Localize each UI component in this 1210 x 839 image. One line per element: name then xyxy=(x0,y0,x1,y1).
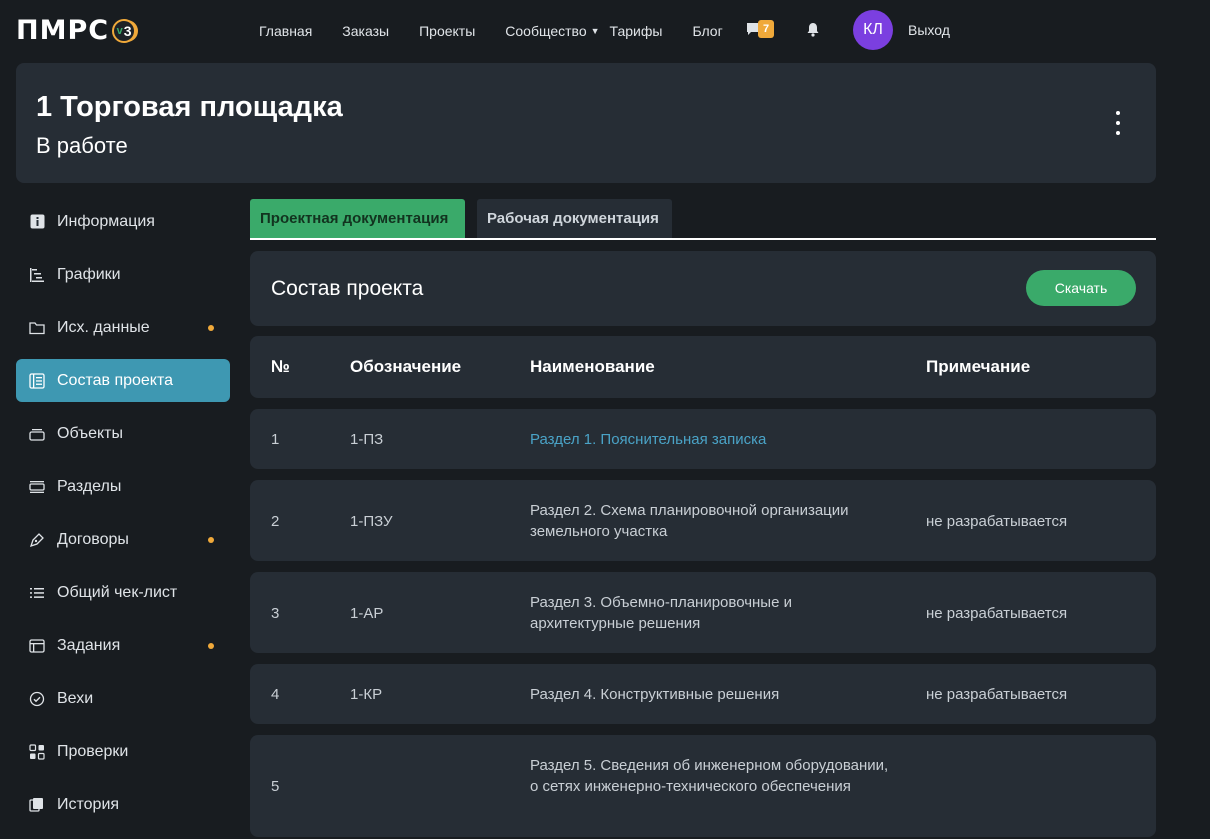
table-row: 5 Раздел 5. Сведения об инженерном обору… xyxy=(250,735,1156,837)
section-title: Состав проекта xyxy=(271,277,424,300)
more-options-icon[interactable] xyxy=(1114,111,1122,135)
column-header-num: № xyxy=(271,357,290,376)
sidebar-item-sections[interactable]: Разделы xyxy=(16,465,230,508)
section-header: Состав проекта Скачать xyxy=(250,251,1156,326)
row-note: не разрабатывается xyxy=(926,686,1068,703)
version-number: 3 xyxy=(123,23,132,39)
notifications-button[interactable] xyxy=(806,22,820,42)
column-header-name: Наименование xyxy=(530,357,655,376)
row-name-link[interactable]: Раздел 1. Пояснительная записка xyxy=(530,429,900,450)
sidebar-item-milestones[interactable]: Вехи xyxy=(16,677,230,720)
layers-icon xyxy=(28,425,46,443)
download-button[interactable]: Скачать xyxy=(1026,270,1136,306)
main-nav: Главная Заказы Проекты Сообщество ▼ Тариф… xyxy=(259,0,753,62)
sidebar-item-label: Объекты xyxy=(57,424,123,442)
project-header: 1 Торговая площадка В работе xyxy=(16,63,1156,183)
sidebar-item-label: История xyxy=(57,795,120,813)
avatar[interactable]: КЛ xyxy=(853,10,893,50)
tasks-icon xyxy=(28,637,46,655)
sections-icon xyxy=(28,478,46,496)
table-header: № Обозначение Наименование Примечание xyxy=(250,336,1156,398)
row-code: 1-ПЗ xyxy=(350,431,384,448)
chevron-down-icon: ▼ xyxy=(590,26,600,36)
nav-projects[interactable]: Проекты xyxy=(419,23,475,39)
check-circle-icon xyxy=(28,690,46,708)
sidebar-item-label: Информация xyxy=(57,212,155,230)
row-code: 1-КР xyxy=(350,686,383,703)
nav-community[interactable]: Сообщество ▼ xyxy=(505,23,599,39)
table-row: 2 1-ПЗУ Раздел 2. Схема планировочной ор… xyxy=(250,480,1156,561)
gantt-icon xyxy=(28,266,46,284)
info-icon xyxy=(28,213,46,231)
sidebar-item-label: Графики xyxy=(57,265,121,283)
status-dot xyxy=(208,537,214,543)
sidebar-item-history[interactable]: История xyxy=(16,783,230,826)
logo-text: ПМРС xyxy=(16,15,110,46)
version-prefix: v xyxy=(116,25,123,37)
row-note: не разрабатывается xyxy=(926,605,1068,622)
row-num: 4 xyxy=(271,686,280,703)
row-code: 1-ПЗУ xyxy=(350,513,393,530)
row-code: 1-АР xyxy=(350,605,384,622)
row-note: не разрабатывается xyxy=(926,513,1068,530)
sidebar-item-label: Задания xyxy=(57,636,121,654)
row-num: 1 xyxy=(271,431,280,448)
sidebar-item-charts[interactable]: Графики xyxy=(16,253,230,296)
logout-link[interactable]: Выход xyxy=(908,22,950,38)
sidebar-item-contracts[interactable]: Договоры xyxy=(16,518,230,561)
nav-home[interactable]: Главная xyxy=(259,23,312,39)
row-num: 3 xyxy=(271,605,280,622)
nav-blog[interactable]: Блог xyxy=(692,23,722,39)
sidebar-item-label: Исх. данные xyxy=(57,318,150,336)
logo[interactable]: ПМРС v3 xyxy=(16,15,137,46)
row-name: Раздел 4. Конструктивные решения xyxy=(530,686,780,703)
row-num: 2 xyxy=(271,513,280,530)
tab-project-documentation[interactable]: Проектная документация xyxy=(250,199,465,238)
sidebar: Информация Графики Исх. данные Состав пр… xyxy=(16,200,230,836)
tab-working-documentation[interactable]: Рабочая документация xyxy=(477,199,672,238)
top-navbar: ПМРС v3 Главная Заказы Проекты Сообществ… xyxy=(0,0,1210,62)
nav-orders[interactable]: Заказы xyxy=(342,23,389,39)
sidebar-item-label: Вехи xyxy=(57,689,94,707)
row-num: 5 xyxy=(271,778,280,795)
sidebar-item-info[interactable]: Информация xyxy=(16,200,230,243)
checklist-icon xyxy=(28,584,46,602)
sidebar-item-checklist[interactable]: Общий чек-лист xyxy=(16,571,230,614)
nav-tariffs[interactable]: Тарифы xyxy=(610,23,663,39)
sidebar-item-label: Договоры xyxy=(57,530,129,548)
sidebar-item-label: Проверки xyxy=(57,742,129,760)
table-row: 3 1-АР Раздел 3. Объемно-планировочные и… xyxy=(250,572,1156,653)
status-dot xyxy=(208,325,214,331)
sidebar-item-objects[interactable]: Объекты xyxy=(16,412,230,455)
row-name: Раздел 2. Схема планировочной организаци… xyxy=(530,502,849,540)
status-dot xyxy=(208,643,214,649)
messages-count-badge: 7 xyxy=(758,20,775,38)
bell-icon xyxy=(807,23,819,37)
documentation-tabs: Проектная документация Рабочая документа… xyxy=(250,199,1156,240)
row-name: Раздел 5. Сведения об инженерном оборудо… xyxy=(530,757,889,795)
sidebar-item-source-data[interactable]: Исх. данные xyxy=(16,306,230,349)
folder-icon xyxy=(28,319,46,337)
table-row: 1 1-ПЗ Раздел 1. Пояснительная записка xyxy=(250,409,1156,469)
messages-button[interactable]: 7 xyxy=(746,20,775,38)
grid-check-icon xyxy=(28,743,46,761)
sidebar-item-checks[interactable]: Проверки xyxy=(16,730,230,773)
sidebar-item-label: Разделы xyxy=(57,477,122,495)
column-header-code: Обозначение xyxy=(350,357,462,376)
history-icon xyxy=(28,796,46,814)
document-list-icon xyxy=(28,372,46,390)
nav-community-label: Сообщество xyxy=(505,23,587,39)
sidebar-item-label: Общий чек-лист xyxy=(57,583,178,601)
column-header-note: Примечание xyxy=(926,357,1031,376)
row-name: Раздел 3. Объемно-планировочные и архите… xyxy=(530,594,792,632)
sidebar-item-label: Состав проекта xyxy=(57,371,174,389)
page-title: 1 Торговая площадка xyxy=(36,91,343,123)
version-badge: v3 xyxy=(112,19,137,43)
pen-icon xyxy=(28,531,46,549)
sidebar-item-project-composition[interactable]: Состав проекта xyxy=(16,359,230,402)
project-status: В работе xyxy=(36,133,128,158)
sidebar-item-tasks[interactable]: Задания xyxy=(16,624,230,667)
table-row: 4 1-КР Раздел 4. Конструктивные решения … xyxy=(250,664,1156,724)
